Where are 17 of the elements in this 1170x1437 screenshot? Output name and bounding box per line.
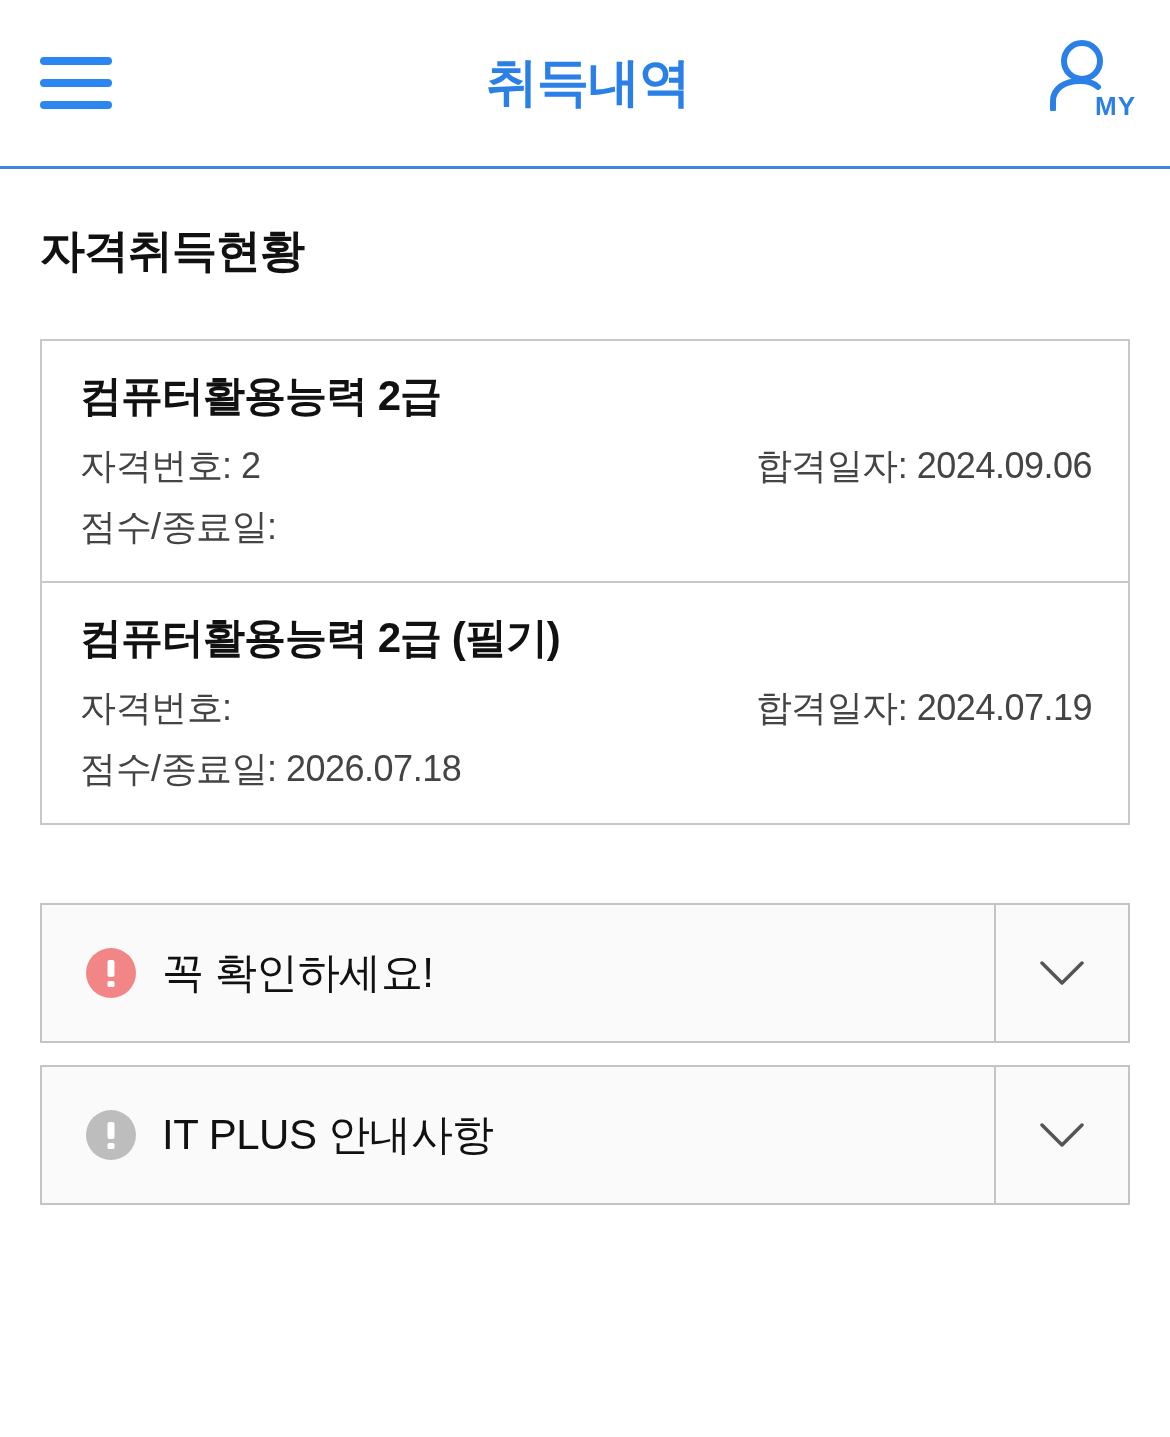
my-page-button[interactable]: MY [1050, 39, 1136, 119]
pass-date: 합격일자: 2024.07.19 [755, 685, 1092, 730]
chevron-icon [1040, 1123, 1084, 1147]
score-end-date: 점수/종료일: 2026.07.18 [80, 746, 462, 791]
menu-icon [40, 57, 112, 109]
certificate-number: 자격번호: [80, 685, 232, 730]
section-title: 자격취득현황 [40, 224, 306, 278]
menu-button[interactable] [40, 57, 112, 109]
certificate-number: 자격번호: 2 [80, 443, 261, 488]
page-title: 취득내역 [486, 52, 690, 113]
certificate-name: 컴퓨터활용능력 2급 [80, 371, 443, 421]
certificate-name: 컴퓨터활용능력 2급 (필기) [80, 613, 561, 663]
notice-title: 꼭 확인하세요! [162, 948, 434, 998]
pass-date: 합격일자: 2024.09.06 [755, 443, 1092, 488]
score-end-date: 점수/종료일: [80, 504, 277, 549]
notice-title: IT PLUS 안내사항 [162, 1110, 494, 1160]
chevron-icon [1040, 961, 1084, 985]
